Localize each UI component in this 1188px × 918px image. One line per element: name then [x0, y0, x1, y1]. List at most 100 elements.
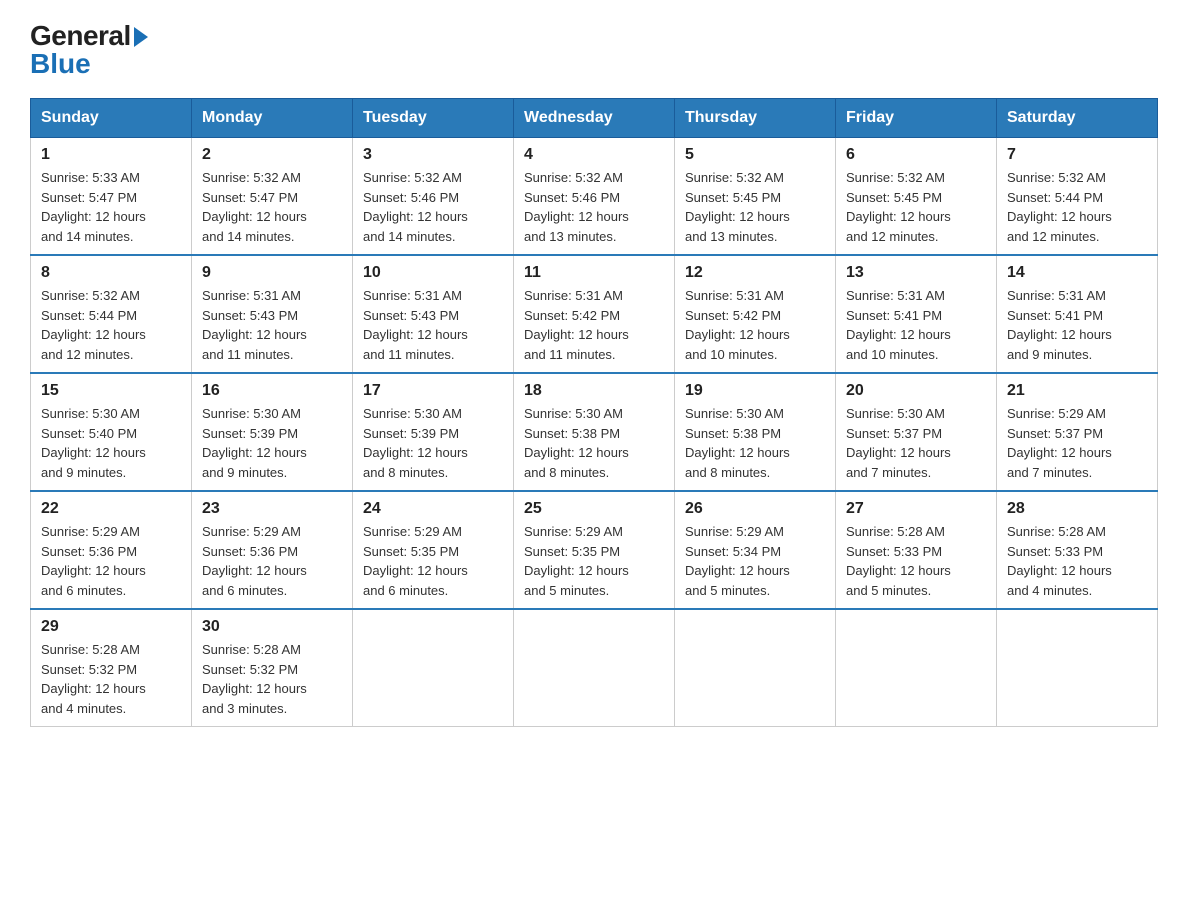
day-info: Sunrise: 5:29 AMSunset: 5:36 PMDaylight:…: [41, 522, 181, 600]
day-info: Sunrise: 5:31 AMSunset: 5:42 PMDaylight:…: [685, 286, 825, 364]
day-info: Sunrise: 5:31 AMSunset: 5:41 PMDaylight:…: [846, 286, 986, 364]
day-number: 11: [524, 264, 664, 282]
calendar-cell: 3 Sunrise: 5:32 AMSunset: 5:46 PMDaylight…: [353, 138, 514, 256]
day-number: 27: [846, 500, 986, 518]
day-info: Sunrise: 5:30 AMSunset: 5:39 PMDaylight:…: [202, 404, 342, 482]
day-number: 17: [363, 382, 503, 400]
day-number: 20: [846, 382, 986, 400]
day-number: 12: [685, 264, 825, 282]
day-number: 30: [202, 618, 342, 636]
calendar-cell: 9 Sunrise: 5:31 AMSunset: 5:43 PMDaylight…: [192, 255, 353, 373]
logo-chevron-icon: [134, 27, 148, 47]
calendar-week-row: 8 Sunrise: 5:32 AMSunset: 5:44 PMDaylight…: [31, 255, 1158, 373]
day-number: 13: [846, 264, 986, 282]
calendar-week-row: 22Sunrise: 5:29 AMSunset: 5:36 PMDayligh…: [31, 491, 1158, 609]
calendar-cell: [836, 609, 997, 727]
day-info: Sunrise: 5:32 AMSunset: 5:45 PMDaylight:…: [685, 168, 825, 246]
calendar-week-row: 15 Sunrise: 5:30 AMSunset: 5:40 PMDayligh…: [31, 373, 1158, 491]
calendar-cell: 6 Sunrise: 5:32 AMSunset: 5:45 PMDaylight…: [836, 138, 997, 256]
day-number: 10: [363, 264, 503, 282]
day-info: Sunrise: 5:32 AMSunset: 5:44 PMDaylight:…: [41, 286, 181, 364]
day-number: 2: [202, 146, 342, 164]
calendar-cell: 17 Sunrise: 5:30 AMSunset: 5:39 PMDayligh…: [353, 373, 514, 491]
calendar-cell: 24 Sunrise: 5:29 AMSunset: 5:35 PMDayligh…: [353, 491, 514, 609]
calendar-cell: 16Sunrise: 5:30 AMSunset: 5:39 PMDayligh…: [192, 373, 353, 491]
day-number: 18: [524, 382, 664, 400]
day-number: 21: [1007, 382, 1147, 400]
day-info: Sunrise: 5:32 AMSunset: 5:47 PMDaylight:…: [202, 168, 342, 246]
calendar-cell: 28Sunrise: 5:28 AMSunset: 5:33 PMDayligh…: [997, 491, 1158, 609]
weekday-header-friday: Friday: [836, 99, 997, 138]
calendar-cell: 29 Sunrise: 5:28 AMSunset: 5:32 PMDayligh…: [31, 609, 192, 727]
calendar-cell: 22Sunrise: 5:29 AMSunset: 5:36 PMDayligh…: [31, 491, 192, 609]
day-info: Sunrise: 5:31 AMSunset: 5:41 PMDaylight:…: [1007, 286, 1147, 364]
page-header: General Blue: [30, 20, 1158, 80]
day-info: Sunrise: 5:28 AMSunset: 5:32 PMDaylight:…: [202, 640, 342, 718]
calendar-cell: 23 Sunrise: 5:29 AMSunset: 5:36 PMDayligh…: [192, 491, 353, 609]
day-info: Sunrise: 5:32 AMSunset: 5:46 PMDaylight:…: [363, 168, 503, 246]
day-info: Sunrise: 5:32 AMSunset: 5:44 PMDaylight:…: [1007, 168, 1147, 246]
calendar-cell: [675, 609, 836, 727]
weekday-header-sunday: Sunday: [31, 99, 192, 138]
logo-blue-text: Blue: [30, 48, 91, 80]
day-info: Sunrise: 5:32 AMSunset: 5:46 PMDaylight:…: [524, 168, 664, 246]
calendar-table: SundayMondayTuesdayWednesdayThursdayFrid…: [30, 98, 1158, 727]
day-number: 19: [685, 382, 825, 400]
calendar-cell: 19 Sunrise: 5:30 AMSunset: 5:38 PMDayligh…: [675, 373, 836, 491]
calendar-cell: [514, 609, 675, 727]
day-info: Sunrise: 5:29 AMSunset: 5:37 PMDaylight:…: [1007, 404, 1147, 482]
day-number: 3: [363, 146, 503, 164]
calendar-cell: 8 Sunrise: 5:32 AMSunset: 5:44 PMDaylight…: [31, 255, 192, 373]
calendar-cell: [353, 609, 514, 727]
calendar-cell: 14 Sunrise: 5:31 AMSunset: 5:41 PMDayligh…: [997, 255, 1158, 373]
day-number: 24: [363, 500, 503, 518]
weekday-header-wednesday: Wednesday: [514, 99, 675, 138]
day-info: Sunrise: 5:31 AMSunset: 5:43 PMDaylight:…: [363, 286, 503, 364]
day-info: Sunrise: 5:33 AMSunset: 5:47 PMDaylight:…: [41, 168, 181, 246]
day-number: 23: [202, 500, 342, 518]
calendar-cell: 4Sunrise: 5:32 AMSunset: 5:46 PMDaylight…: [514, 138, 675, 256]
calendar-cell: 12 Sunrise: 5:31 AMSunset: 5:42 PMDayligh…: [675, 255, 836, 373]
weekday-header-thursday: Thursday: [675, 99, 836, 138]
day-info: Sunrise: 5:28 AMSunset: 5:32 PMDaylight:…: [41, 640, 181, 718]
calendar-cell: 10 Sunrise: 5:31 AMSunset: 5:43 PMDayligh…: [353, 255, 514, 373]
day-number: 5: [685, 146, 825, 164]
day-number: 15: [41, 382, 181, 400]
day-number: 25: [524, 500, 664, 518]
day-info: Sunrise: 5:29 AMSunset: 5:35 PMDaylight:…: [363, 522, 503, 600]
day-info: Sunrise: 5:29 AMSunset: 5:35 PMDaylight:…: [524, 522, 664, 600]
day-number: 7: [1007, 146, 1147, 164]
calendar-cell: 25 Sunrise: 5:29 AMSunset: 5:35 PMDayligh…: [514, 491, 675, 609]
calendar-cell: 5 Sunrise: 5:32 AMSunset: 5:45 PMDaylight…: [675, 138, 836, 256]
day-number: 29: [41, 618, 181, 636]
day-number: 6: [846, 146, 986, 164]
calendar-cell: 21 Sunrise: 5:29 AMSunset: 5:37 PMDayligh…: [997, 373, 1158, 491]
day-info: Sunrise: 5:30 AMSunset: 5:37 PMDaylight:…: [846, 404, 986, 482]
calendar-cell: [997, 609, 1158, 727]
calendar-cell: 26Sunrise: 5:29 AMSunset: 5:34 PMDayligh…: [675, 491, 836, 609]
calendar-week-row: 1 Sunrise: 5:33 AMSunset: 5:47 PMDaylight…: [31, 138, 1158, 256]
weekday-header-tuesday: Tuesday: [353, 99, 514, 138]
day-number: 26: [685, 500, 825, 518]
calendar-cell: 18 Sunrise: 5:30 AMSunset: 5:38 PMDayligh…: [514, 373, 675, 491]
day-info: Sunrise: 5:32 AMSunset: 5:45 PMDaylight:…: [846, 168, 986, 246]
day-info: Sunrise: 5:28 AMSunset: 5:33 PMDaylight:…: [1007, 522, 1147, 600]
day-info: Sunrise: 5:31 AMSunset: 5:43 PMDaylight:…: [202, 286, 342, 364]
day-info: Sunrise: 5:30 AMSunset: 5:38 PMDaylight:…: [524, 404, 664, 482]
calendar-cell: 2 Sunrise: 5:32 AMSunset: 5:47 PMDaylight…: [192, 138, 353, 256]
day-number: 1: [41, 146, 181, 164]
calendar-cell: 1 Sunrise: 5:33 AMSunset: 5:47 PMDaylight…: [31, 138, 192, 256]
calendar-cell: 11Sunrise: 5:31 AMSunset: 5:42 PMDayligh…: [514, 255, 675, 373]
calendar-cell: 20 Sunrise: 5:30 AMSunset: 5:37 PMDayligh…: [836, 373, 997, 491]
day-info: Sunrise: 5:30 AMSunset: 5:38 PMDaylight:…: [685, 404, 825, 482]
day-number: 14: [1007, 264, 1147, 282]
calendar-cell: 15 Sunrise: 5:30 AMSunset: 5:40 PMDayligh…: [31, 373, 192, 491]
calendar-week-row: 29 Sunrise: 5:28 AMSunset: 5:32 PMDayligh…: [31, 609, 1158, 727]
logo: General Blue: [30, 20, 148, 80]
calendar-cell: 27Sunrise: 5:28 AMSunset: 5:33 PMDayligh…: [836, 491, 997, 609]
day-info: Sunrise: 5:30 AMSunset: 5:39 PMDaylight:…: [363, 404, 503, 482]
day-info: Sunrise: 5:29 AMSunset: 5:36 PMDaylight:…: [202, 522, 342, 600]
day-info: Sunrise: 5:30 AMSunset: 5:40 PMDaylight:…: [41, 404, 181, 482]
day-number: 8: [41, 264, 181, 282]
day-number: 9: [202, 264, 342, 282]
